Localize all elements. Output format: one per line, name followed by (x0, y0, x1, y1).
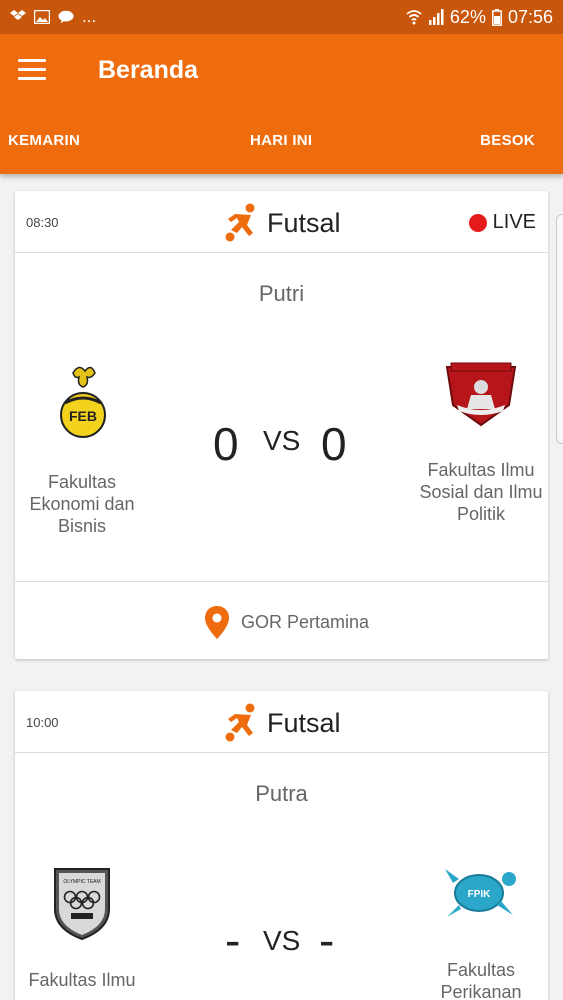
olympic-team-logo: OLYMPIC TEAM (54, 868, 110, 941)
home-team-name: Fakultas Ekonomi dan Bisnis (29, 472, 135, 536)
battery-percent: 62% (449, 6, 486, 27)
home-score: 0 (213, 418, 239, 470)
venue-row: GOR Pertamina (15, 581, 548, 659)
notification-icons: ... (10, 7, 96, 27)
match-header: 08:30 Futsal LIVE (15, 191, 548, 253)
match-category: Putri (258, 281, 305, 306)
away-team-name: Fakultas Perikanan (440, 960, 522, 1000)
home-team-name: Fakultas Ilmu (28, 970, 136, 990)
fpik-logo-text: FPIK (468, 889, 492, 900)
venue-name: GOR Pertamina (241, 612, 370, 632)
live-label: LIVE (492, 211, 536, 233)
match-category: Putra (255, 781, 308, 806)
hamburger-menu-icon[interactable] (18, 59, 46, 81)
status-bar: ... 62% 07:56 (0, 0, 563, 34)
away-score: 0 (321, 418, 347, 470)
line-app-icon (58, 10, 74, 24)
fpik-team-logo: FPIK (445, 869, 516, 917)
tab-yesterday[interactable]: KEMARIN (8, 132, 80, 149)
fisip-team-logo (445, 362, 517, 427)
match-card[interactable]: 10:00 Futsal Putra OLYMPIC TEAM Fakultas… (15, 691, 548, 1000)
sport-name: Futsal (267, 707, 341, 738)
feb-team-logo: FEB (60, 366, 106, 438)
clock: 07:56 (507, 6, 553, 27)
away-team-name: Fakultas Ilmu Sosial dan Ilmu Politik (419, 460, 543, 524)
signal-icon (428, 9, 444, 25)
live-dot-icon (468, 213, 487, 232)
match-time: 08:30 (26, 215, 59, 230)
feb-logo-text: FEB (69, 408, 97, 424)
page-title: Beranda (98, 56, 199, 84)
sport-label: Futsal (223, 703, 341, 743)
sport-label: Futsal (223, 203, 341, 243)
location-pin-icon (205, 606, 229, 639)
futsal-player-icon (225, 703, 255, 742)
gallery-icon (34, 10, 50, 24)
dropbox-icon (10, 10, 26, 20)
match-header: 10:00 Futsal (15, 691, 548, 753)
more-notifications: ... (82, 7, 97, 26)
tab-tomorrow[interactable]: BESOK (480, 132, 535, 149)
vs-label: VS (263, 425, 301, 456)
sport-name: Futsal (267, 207, 341, 238)
wifi-icon (406, 10, 422, 25)
match-time: 10:00 (26, 715, 59, 730)
match-card[interactable]: 08:30 Futsal LIVE Putri FEB Fakultas Eko… (15, 191, 548, 659)
app-bar: Beranda KEMARIN HARI INI BESOK (0, 34, 563, 174)
away-score: - (319, 914, 335, 966)
olympic-logo-text: OLYMPIC TEAM (63, 879, 100, 885)
system-icons: 62% 07:56 (406, 7, 553, 28)
day-tabs: KEMARIN HARI INI BESOK (0, 132, 563, 156)
edge-panel-handle[interactable] (556, 214, 563, 444)
venue: GOR Pertamina (205, 606, 369, 639)
home-score: - (225, 914, 241, 966)
futsal-player-icon (225, 203, 255, 242)
vs-label: VS (263, 925, 301, 956)
tab-today[interactable]: HARI INI (250, 132, 312, 149)
live-badge: LIVE (468, 211, 536, 234)
battery-icon (492, 8, 502, 26)
